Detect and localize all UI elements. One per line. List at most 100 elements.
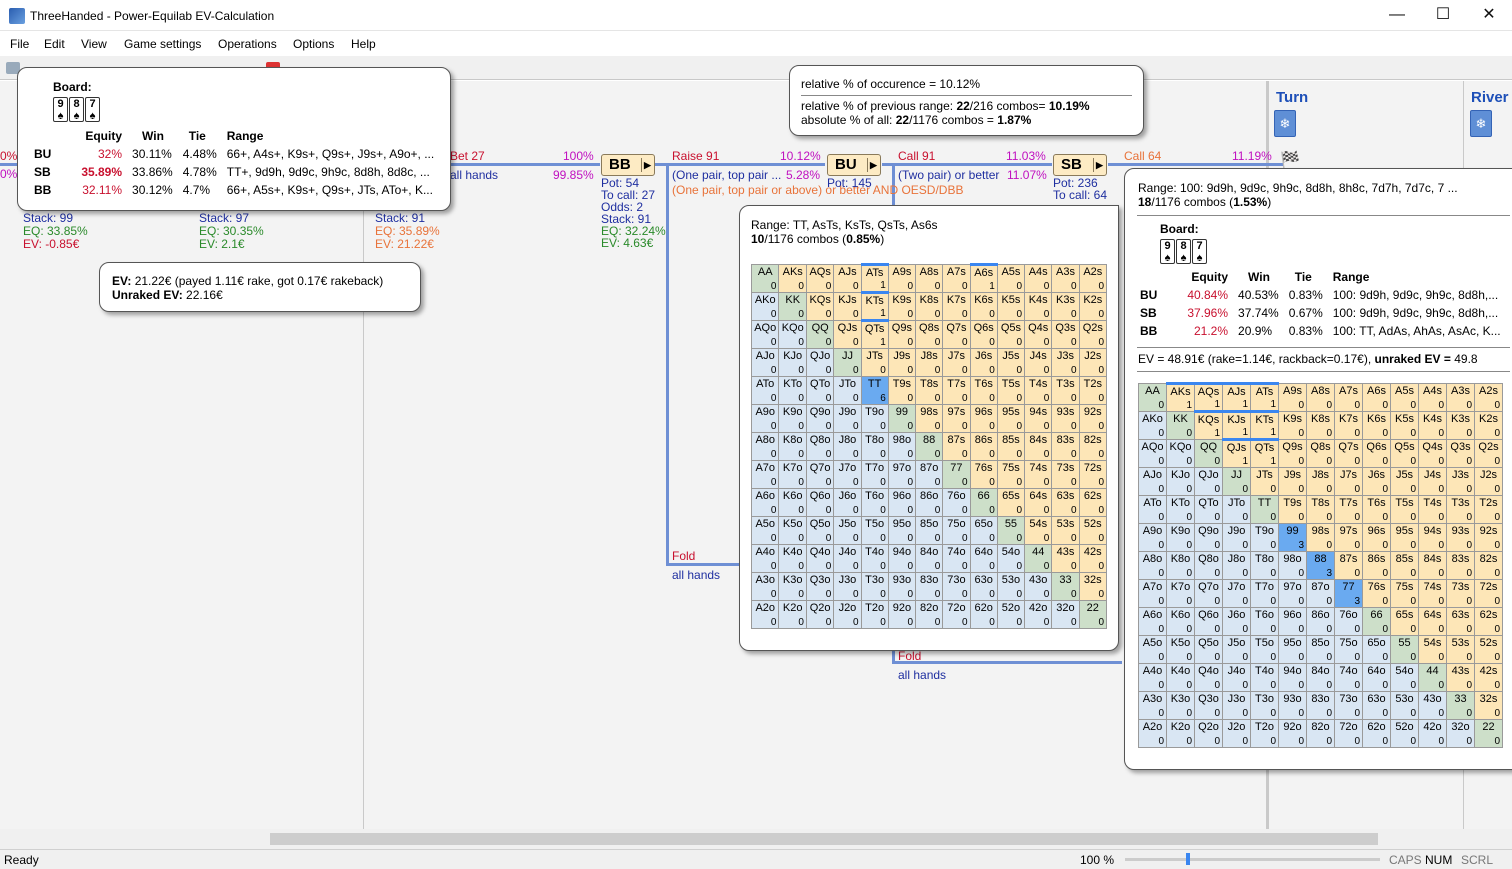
hand-cell[interactable]: J3s 0 (1051, 348, 1080, 377)
hand-cell[interactable]: 63o 0 (1362, 691, 1391, 720)
menu-options[interactable]: Options (293, 37, 334, 51)
hand-cell[interactable]: 99 0 (887, 404, 917, 433)
hand-cell[interactable]: 85s 0 (996, 432, 1026, 461)
hand-cell[interactable]: K4o 0 (1166, 663, 1195, 692)
hand-cell[interactable]: K8s 0 (1306, 411, 1335, 440)
hand-cell[interactable]: T7s 0 (1334, 495, 1363, 524)
hand-cell[interactable]: J8s 0 (915, 348, 944, 377)
hand-cell[interactable]: A3o 0 (1138, 691, 1167, 720)
hand-cell[interactable]: 74s 0 (1418, 579, 1447, 608)
hand-cell[interactable]: 76o 0 (942, 488, 971, 517)
menu-file[interactable]: File (10, 37, 29, 51)
hand-cell[interactable]: 97o 0 (1278, 579, 1307, 608)
hand-cell[interactable]: T6s 0 (969, 376, 998, 405)
bet-label[interactable]: Bet 27 (450, 149, 485, 163)
hand-cell[interactable]: 42s 0 (1474, 663, 1503, 692)
hand-cell[interactable]: JTo 0 (833, 376, 862, 405)
hand-cell[interactable]: T2o 0 (1250, 719, 1279, 748)
hand-cell[interactable]: T4o 0 (860, 544, 889, 573)
hand-cell[interactable]: 72s 0 (1078, 460, 1108, 489)
hand-cell[interactable]: J8s 0 (1306, 467, 1335, 496)
hand-cell[interactable]: K6s 0 (969, 292, 998, 321)
hand-cell[interactable]: A8o 0 (1138, 551, 1167, 580)
hand-cell[interactable]: T2s 0 (1474, 495, 1503, 524)
hand-cell[interactable]: T7s 0 (942, 376, 971, 405)
hand-cell[interactable]: K9s 0 (1278, 411, 1307, 440)
hand-cell[interactable]: T3s 0 (1446, 495, 1475, 524)
hand-cell[interactable]: 94s 0 (1024, 404, 1053, 433)
hand-cell[interactable]: K2s 0 (1474, 411, 1503, 440)
hand-cell[interactable]: QJs 1 (1222, 438, 1251, 468)
hand-cell[interactable]: 76s 0 (1362, 579, 1391, 608)
hand-cell[interactable]: T7o 0 (1250, 579, 1279, 608)
hand-cell[interactable]: 54s 0 (1418, 635, 1447, 664)
hand-cell[interactable]: 76o 0 (1334, 607, 1363, 636)
hand-cell[interactable]: K8o 0 (778, 432, 807, 461)
hand-cell[interactable]: 84s 0 (1024, 432, 1053, 461)
hand-cell[interactable]: KQo 0 (1166, 439, 1195, 468)
hand-cell[interactable]: 53s 0 (1051, 516, 1080, 545)
hand-cell[interactable]: 64s 0 (1024, 488, 1053, 517)
hand-cell[interactable]: AA 0 (750, 264, 780, 293)
hand-cell[interactable]: AQo 0 (1138, 439, 1167, 468)
hand-cell[interactable]: 88 3 (1306, 551, 1335, 580)
hand-cell[interactable]: J3o 0 (1222, 691, 1251, 720)
hand-cell[interactable]: 65o 0 (969, 516, 998, 545)
hand-cell[interactable]: 43o 0 (1024, 572, 1053, 601)
hand-cell[interactable]: 99 3 (1278, 523, 1307, 552)
hand-cell[interactable]: 74s 0 (1024, 460, 1053, 489)
hand-cell[interactable]: T5o 0 (1250, 635, 1279, 664)
hand-cell[interactable]: QQ 0 (805, 320, 835, 349)
hand-cell[interactable]: 95s 0 (996, 404, 1026, 433)
hand-cell[interactable]: Q6s 0 (1362, 439, 1391, 468)
hand-cell[interactable]: Q2o 0 (805, 600, 835, 629)
hand-cell[interactable]: Q3o 0 (1194, 691, 1223, 720)
hand-cell[interactable]: QJo 0 (805, 348, 835, 377)
hand-cell[interactable]: A4o 0 (1138, 663, 1167, 692)
hand-cell[interactable]: A5s 0 (1390, 383, 1419, 412)
hand-cell[interactable]: AQs 1 (1194, 382, 1223, 412)
hand-cell[interactable]: 83s 0 (1051, 432, 1080, 461)
hand-cell[interactable]: 42o 0 (1418, 719, 1447, 748)
hand-cell[interactable]: A4s 0 (1418, 383, 1447, 412)
hand-cell[interactable]: K7o 0 (778, 460, 807, 489)
hand-cell[interactable]: 95o 0 (1278, 635, 1307, 664)
hand-cell[interactable]: J9s 0 (1278, 467, 1307, 496)
hand-cell[interactable]: 85o 0 (1306, 635, 1335, 664)
hand-cell[interactable]: Q9s 0 (887, 320, 917, 349)
hand-cell[interactable]: J6o 0 (1222, 607, 1251, 636)
hand-cell[interactable]: A5s 0 (996, 264, 1026, 293)
hand-cell[interactable]: A6s 1 (969, 263, 998, 293)
hand-cell[interactable]: J4o 0 (833, 544, 862, 573)
hand-cell[interactable]: 95s 0 (1390, 523, 1419, 552)
hand-cell[interactable]: 83o 0 (915, 572, 944, 601)
fold-label-1[interactable]: Fold (672, 549, 695, 563)
hand-cell[interactable]: A9o 0 (1138, 523, 1167, 552)
raise-range[interactable]: (One pair, top pair ... (672, 168, 781, 182)
hand-cell[interactable]: 42s 0 (1078, 544, 1108, 573)
hand-cell[interactable]: 75o 0 (1334, 635, 1363, 664)
hand-cell[interactable]: 22 0 (1078, 600, 1108, 629)
hand-cell[interactable]: AKs 0 (778, 264, 807, 293)
hand-cell[interactable]: Q4o 0 (805, 544, 835, 573)
hand-cell[interactable]: T7o 0 (860, 460, 889, 489)
menu-game-settings[interactable]: Game settings (124, 37, 201, 51)
hand-cell[interactable]: J5s 0 (1390, 467, 1419, 496)
hand-cell[interactable]: 96o 0 (887, 488, 917, 517)
hand-cell[interactable]: 64o 0 (1362, 663, 1391, 692)
hand-cell[interactable]: A6o 0 (1138, 607, 1167, 636)
node-bu[interactable]: BU ▶ (827, 154, 881, 176)
hand-cell[interactable]: 92o 0 (1278, 719, 1307, 748)
hand-cell[interactable]: 97s 0 (942, 404, 971, 433)
hand-cell[interactable]: 83o 0 (1306, 691, 1335, 720)
hand-cell[interactable]: 72o 0 (1334, 719, 1363, 748)
hand-cell[interactable]: 95o 0 (887, 516, 917, 545)
hand-cell[interactable]: 75o 0 (942, 516, 971, 545)
hand-cell[interactable]: J9s 0 (887, 348, 917, 377)
hand-cell[interactable]: T8s 0 (915, 376, 944, 405)
hand-cell[interactable]: Q7s 0 (942, 320, 971, 349)
hand-cell[interactable]: Q7o 0 (1194, 579, 1223, 608)
hand-cell[interactable]: 66 0 (969, 488, 998, 517)
call-range[interactable]: (Two pair) or better (898, 168, 999, 182)
hand-cell[interactable]: 87s 0 (942, 432, 971, 461)
